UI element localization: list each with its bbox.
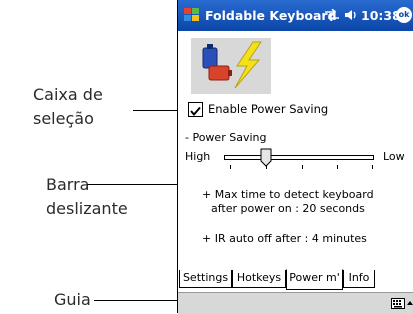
ok-button[interactable]: ok bbox=[396, 7, 412, 23]
connectivity-icon[interactable] bbox=[324, 9, 340, 21]
slider-tick bbox=[337, 165, 338, 169]
enable-power-saving-label[interactable]: Enable Power Saving bbox=[208, 102, 328, 116]
windows-start-icon[interactable] bbox=[183, 6, 201, 24]
callout-checkbox-line1: Caixa de bbox=[33, 85, 103, 104]
power-saving-slider-track[interactable] bbox=[224, 155, 374, 160]
callout-tab-label: Guia bbox=[54, 290, 91, 309]
device-screen: Foldable Keyboard 10:38 ok Enable Power … bbox=[177, 0, 413, 314]
slider-tick bbox=[372, 165, 373, 169]
slider-low-label: Low bbox=[383, 150, 405, 163]
slider-tick bbox=[302, 165, 303, 169]
power-saving-section-label: - Power Saving bbox=[185, 131, 267, 144]
detect-time-line1: + Max time to detect keyboard bbox=[202, 188, 374, 201]
callout-checkbox-label: Caixa de seleção bbox=[33, 83, 103, 131]
callout-slider-line2: deslizante bbox=[46, 199, 128, 218]
power-app-icon bbox=[191, 38, 271, 94]
slider-tick bbox=[230, 165, 231, 169]
tab-hotkeys[interactable]: Hotkeys bbox=[232, 270, 286, 288]
callout-checkbox-line2: seleção bbox=[33, 109, 94, 128]
tab-power-management[interactable]: Power m' bbox=[286, 269, 343, 290]
callout-slider-line1: Barra bbox=[46, 175, 90, 194]
title-bar: Foldable Keyboard 10:38 ok bbox=[178, 0, 413, 31]
detect-time-line2: after power on : 20 seconds bbox=[211, 202, 365, 215]
input-menu-arrow-icon[interactable] bbox=[407, 300, 413, 306]
slider-tick bbox=[266, 165, 267, 169]
keyboard-icon[interactable] bbox=[391, 298, 405, 309]
battery-lightning-icon bbox=[202, 41, 262, 89]
speaker-icon[interactable] bbox=[344, 9, 358, 21]
clock-time[interactable]: 10:38 bbox=[361, 8, 401, 23]
app-title: Foldable Keyboard bbox=[205, 8, 337, 23]
tab-info[interactable]: Info bbox=[343, 270, 375, 288]
slider-high-label: High bbox=[185, 150, 211, 163]
enable-power-saving-checkbox[interactable] bbox=[188, 102, 203, 117]
tab-settings[interactable]: Settings bbox=[179, 270, 232, 288]
bottom-command-bar bbox=[178, 292, 413, 314]
checkmark-icon bbox=[190, 106, 201, 117]
callout-slider-label: Barra deslizante bbox=[46, 173, 128, 221]
tab-bar: Settings Hotkeys Power m' Info bbox=[178, 269, 413, 290]
ir-auto-off-line: + IR auto off after : 4 minutes bbox=[202, 232, 367, 245]
